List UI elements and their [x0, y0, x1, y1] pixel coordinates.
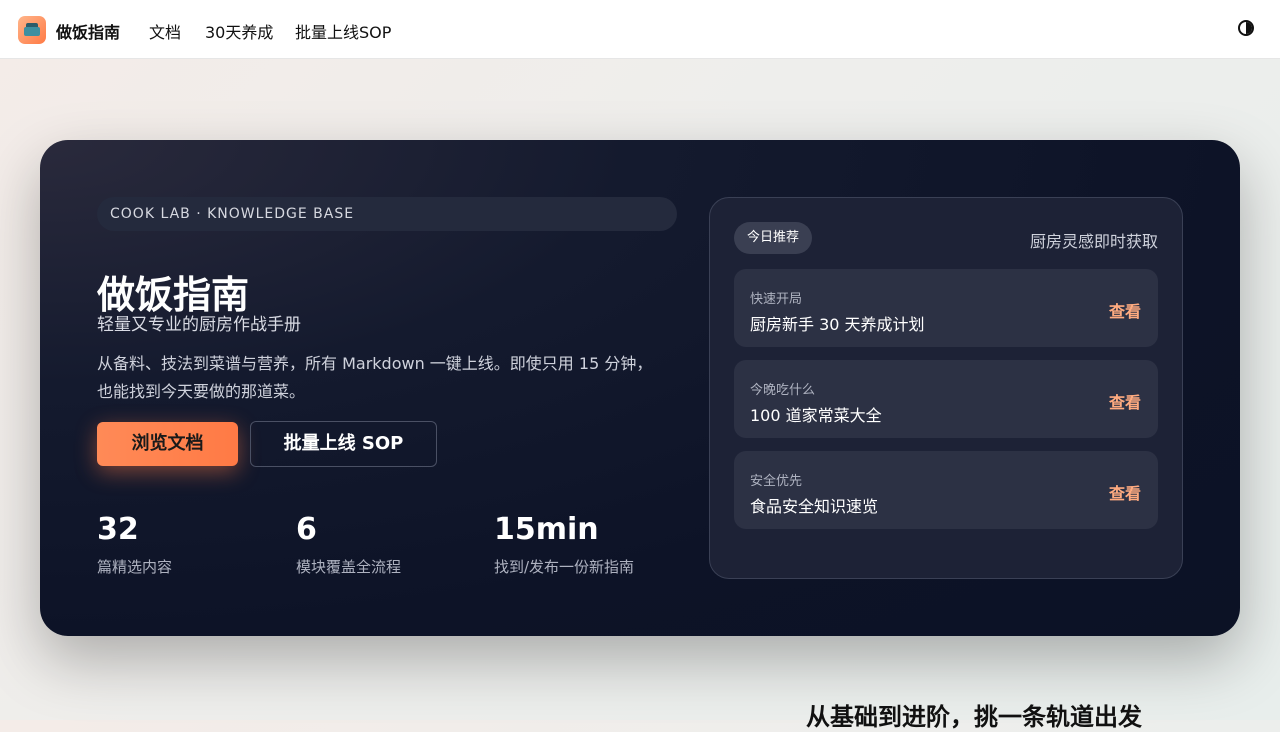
card-title: 厨房新手 30 天养成计划 — [750, 315, 925, 334]
card-title: 食品安全知识速览 — [750, 497, 879, 516]
recommendation-card-beginner-plan[interactable]: 快速开局 厨房新手 30 天养成计划 查看 — [734, 269, 1158, 347]
theme-toggle-icon[interactable] — [1238, 20, 1254, 36]
card-kicker: 快速开局 — [750, 292, 803, 307]
stat-label-articles: 篇精选内容 — [97, 558, 173, 576]
stat-label-time: 找到/发布一份新指南 — [494, 558, 635, 576]
section-heading: 从基础到进阶，挑一条轨道出发 — [806, 703, 1142, 731]
recommendation-card-home-dishes[interactable]: 今晚吃什么 100 道家常菜大全 查看 — [734, 360, 1158, 438]
card-view-link[interactable]: 查看 — [1109, 298, 1141, 322]
nav-link-30-days[interactable]: 30天养成 — [205, 19, 273, 43]
batch-sop-button[interactable]: 批量上线 SOP — [250, 421, 437, 467]
browse-docs-button[interactable]: 浏览文档 — [97, 422, 238, 466]
nav-link-batch-sop[interactable]: 批量上线SOP — [295, 19, 391, 43]
hero-description-line-1: 从备料、技法到菜谱与营养，所有 Markdown 一键上线。即使只用 15 分钟… — [97, 354, 653, 373]
card-title: 100 道家常菜大全 — [750, 406, 882, 425]
top-navigation-bar: 做饭指南 文档 30天养成 批量上线SOP — [0, 0, 1280, 59]
recommendation-card-food-safety[interactable]: 安全优先 食品安全知识速览 查看 — [734, 451, 1158, 529]
stat-value-articles: 32 — [97, 512, 139, 547]
hero-description: 从备料、技法到菜谱与营养，所有 Markdown 一键上线。即使只用 15 分钟… — [97, 350, 677, 406]
hero-subtitle: 轻量又专业的厨房作战手册 — [97, 315, 301, 335]
today-recommendation-panel: 今日推荐 厨房灵感即时获取 快速开局 厨房新手 30 天养成计划 查看 今晚吃什… — [709, 197, 1183, 579]
stat-value-modules: 6 — [296, 512, 317, 547]
theme-toggle-fill — [1246, 22, 1252, 34]
hero-section: COOK LAB · KNOWLEDGE BASE 做饭指南 轻量又专业的厨房作… — [40, 140, 1240, 636]
panel-note: 厨房灵感即时获取 — [1029, 232, 1158, 251]
pot-body-shape — [24, 27, 40, 36]
hero-description-line-2: 也能找到今天要做的那道菜。 — [97, 382, 306, 401]
card-view-link[interactable]: 查看 — [1109, 389, 1141, 413]
nav-link-docs[interactable]: 文档 — [149, 19, 181, 43]
stat-value-time: 15min — [494, 512, 599, 547]
hero-tag-pill: COOK LAB · KNOWLEDGE BASE — [97, 197, 677, 231]
card-view-link[interactable]: 查看 — [1109, 480, 1141, 504]
stat-label-modules: 模块覆盖全流程 — [296, 558, 402, 576]
cooking-pot-icon[interactable] — [18, 16, 46, 44]
card-kicker: 今晚吃什么 — [750, 383, 816, 398]
brand-name[interactable]: 做饭指南 — [56, 19, 120, 43]
today-badge: 今日推荐 — [734, 222, 812, 254]
card-kicker: 安全优先 — [750, 474, 803, 489]
